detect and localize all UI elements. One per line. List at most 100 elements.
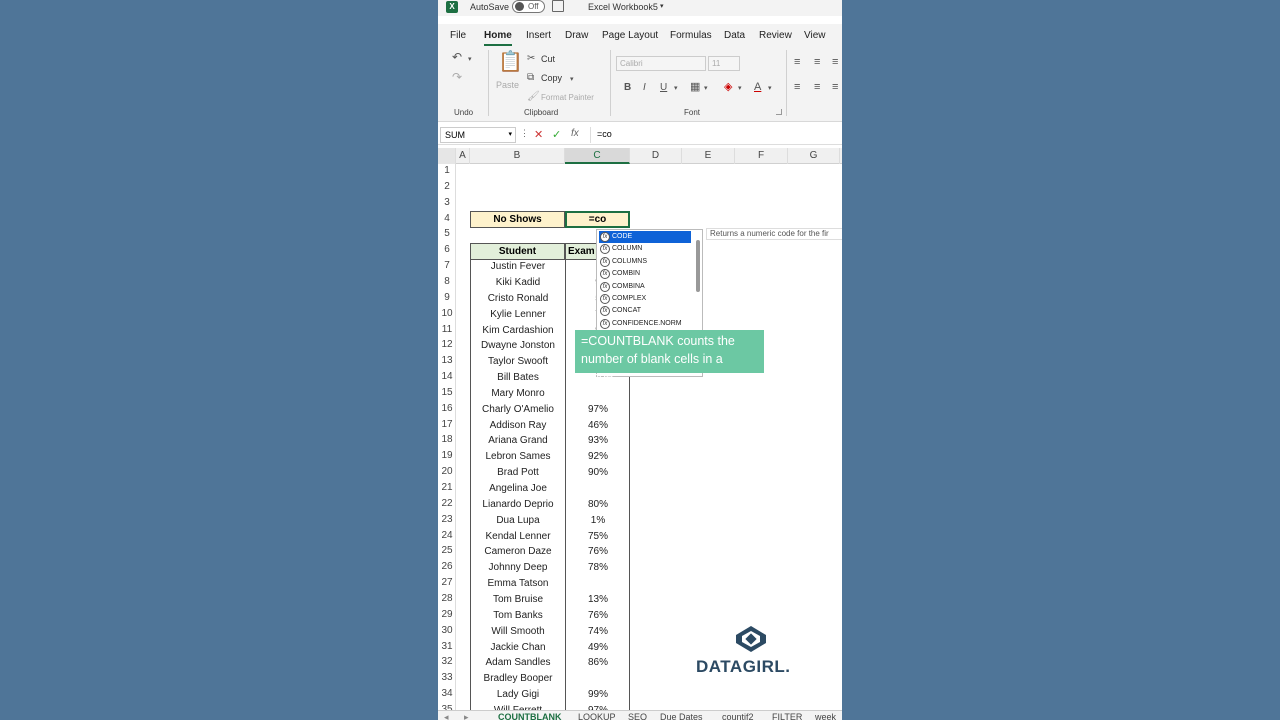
- bold-button[interactable]: B: [624, 82, 631, 94]
- exam-score-cell[interactable]: 49%: [566, 642, 630, 653]
- align-bottom-icon[interactable]: ≡: [832, 56, 838, 68]
- row-header[interactable]: 10: [438, 308, 456, 319]
- row-header[interactable]: 31: [438, 641, 456, 652]
- borders-icon[interactable]: ▦: [690, 81, 700, 93]
- italic-button[interactable]: I: [643, 82, 646, 94]
- enter-icon[interactable]: ✓: [552, 128, 561, 141]
- exam-score-cell[interactable]: 99%: [566, 689, 630, 700]
- exam-score-cell[interactable]: 1%: [566, 515, 630, 526]
- student-name-cell[interactable]: Kylie Lenner: [471, 309, 565, 320]
- row-header[interactable]: 22: [438, 498, 456, 509]
- student-name-cell[interactable]: Angelina Joe: [471, 483, 565, 494]
- student-name-cell[interactable]: Charly O'Amelio: [471, 404, 565, 415]
- row-header[interactable]: 11: [438, 324, 456, 335]
- chevron-down-icon[interactable]: ▾: [468, 54, 472, 66]
- exam-score-cell[interactable]: 86%: [566, 657, 630, 668]
- save-icon[interactable]: [552, 0, 564, 12]
- font-name-select[interactable]: Calibri: [616, 56, 706, 71]
- row-header[interactable]: 23: [438, 514, 456, 525]
- exam-score-cell[interactable]: 92%: [566, 451, 630, 462]
- chevron-down-icon[interactable]: ▾: [768, 83, 772, 95]
- row-header[interactable]: 29: [438, 609, 456, 620]
- no-shows-label-cell[interactable]: No Shows: [470, 211, 565, 228]
- student-name-cell[interactable]: Cameron Daze: [471, 546, 565, 557]
- tab-home[interactable]: Home: [484, 30, 512, 46]
- tab-draw[interactable]: Draw: [565, 30, 588, 41]
- paste-label[interactable]: Paste: [496, 80, 519, 90]
- student-name-cell[interactable]: Dwayne Jonston: [471, 340, 565, 351]
- autocomplete-item[interactable]: fx CONCAT: [599, 305, 691, 317]
- autocomplete-item[interactable]: fx CONFIDENCE.NORM: [599, 318, 691, 330]
- workbook-title[interactable]: Excel Workbook5: [588, 2, 658, 12]
- autocomplete-item[interactable]: fx COMPLEX: [599, 293, 691, 305]
- row-header[interactable]: 24: [438, 530, 456, 541]
- student-name-cell[interactable]: Mary Monro: [471, 388, 565, 399]
- row-header[interactable]: 32: [438, 656, 456, 667]
- sheet-tab-week[interactable]: week: [815, 712, 836, 720]
- student-name-cell[interactable]: Taylor Swooft: [471, 356, 565, 367]
- sheet-tab-due-dates[interactable]: Due Dates: [660, 712, 703, 720]
- student-name-cell[interactable]: Cristo Ronald: [471, 293, 565, 304]
- autocomplete-item[interactable]: fx COMBINA: [599, 281, 691, 293]
- dialog-launcher-icon[interactable]: [776, 109, 782, 115]
- autocomplete-item[interactable]: fx COMBIN: [599, 268, 691, 280]
- student-name-cell[interactable]: Bradley Booper: [471, 673, 565, 684]
- row-header[interactable]: 26: [438, 561, 456, 572]
- chevron-down-icon[interactable]: ▾: [660, 2, 664, 10]
- student-name-cell[interactable]: Brad Pott: [471, 467, 565, 478]
- font-color-icon[interactable]: A: [754, 81, 761, 93]
- copy-label[interactable]: Copy: [541, 73, 562, 83]
- student-name-cell[interactable]: Ariana Grand: [471, 435, 565, 446]
- autocomplete-item[interactable]: fx COLUMNS: [599, 256, 691, 268]
- row-header[interactable]: 6: [438, 244, 456, 255]
- autosave-toggle[interactable]: Off: [512, 0, 545, 13]
- exam-score-cell[interactable]: 80%: [566, 499, 630, 510]
- cut-label[interactable]: Cut: [541, 54, 555, 64]
- student-name-cell[interactable]: Dua Lupa: [471, 515, 565, 526]
- tab-data[interactable]: Data: [724, 30, 745, 41]
- exam-score-cell[interactable]: 74%: [566, 626, 630, 637]
- scissors-icon[interactable]: ✂: [527, 53, 535, 65]
- row-header[interactable]: 21: [438, 482, 456, 493]
- more-options-icon[interactable]: ⋮: [520, 128, 529, 139]
- column-header-c[interactable]: C: [565, 148, 630, 164]
- name-box[interactable]: SUM ▾: [440, 127, 516, 143]
- sheet-tab-lookup[interactable]: LOOKUP: [578, 712, 616, 720]
- student-name-cell[interactable]: Addison Ray: [471, 420, 565, 431]
- chevron-down-icon[interactable]: ▾: [738, 83, 742, 95]
- student-name-cell[interactable]: Johnny Deep: [471, 562, 565, 573]
- student-name-cell[interactable]: Lady Gigi: [471, 689, 565, 700]
- student-name-cell[interactable]: Tom Banks: [471, 610, 565, 621]
- sheet-tab-countif2[interactable]: countif2: [722, 712, 754, 720]
- row-header[interactable]: 30: [438, 625, 456, 636]
- student-name-cell[interactable]: Adam Sandles: [471, 657, 565, 668]
- underline-button[interactable]: U: [660, 82, 667, 94]
- row-header[interactable]: 17: [438, 419, 456, 430]
- row-header[interactable]: 3: [438, 197, 456, 208]
- row-header[interactable]: 34: [438, 688, 456, 699]
- column-header-a[interactable]: A: [456, 148, 470, 164]
- font-size-select[interactable]: 11: [708, 56, 740, 71]
- tab-file[interactable]: File: [450, 30, 466, 41]
- student-name-cell[interactable]: Jackie Chan: [471, 642, 565, 653]
- student-name-cell[interactable]: Lianardo Deprio: [471, 499, 565, 510]
- align-left-icon[interactable]: ≡: [794, 81, 800, 93]
- exam-score-cell[interactable]: 13%: [566, 594, 630, 605]
- chevron-down-icon[interactable]: ▾: [674, 83, 678, 95]
- chevron-down-icon[interactable]: ▾: [570, 74, 574, 86]
- student-name-cell[interactable]: Kendal Lenner: [471, 531, 565, 542]
- align-right-icon[interactable]: ≡: [832, 81, 838, 93]
- exam-score-cell[interactable]: 76%: [566, 610, 630, 621]
- column-header-d[interactable]: D: [630, 148, 682, 164]
- student-name-cell[interactable]: Will Smooth: [471, 626, 565, 637]
- scroll-right-icon[interactable]: ▸: [464, 712, 469, 720]
- align-middle-icon[interactable]: ≡: [814, 56, 820, 68]
- row-header[interactable]: 28: [438, 593, 456, 604]
- sheet-tab-countblank[interactable]: COUNTBLANK: [498, 712, 562, 720]
- cancel-icon[interactable]: ✕: [534, 128, 543, 141]
- scroll-left-icon[interactable]: ◂: [444, 712, 449, 720]
- row-header[interactable]: 5: [438, 228, 456, 239]
- row-header[interactable]: 9: [438, 292, 456, 303]
- row-header[interactable]: 33: [438, 672, 456, 683]
- student-name-cell[interactable]: Justin Fever: [471, 261, 565, 272]
